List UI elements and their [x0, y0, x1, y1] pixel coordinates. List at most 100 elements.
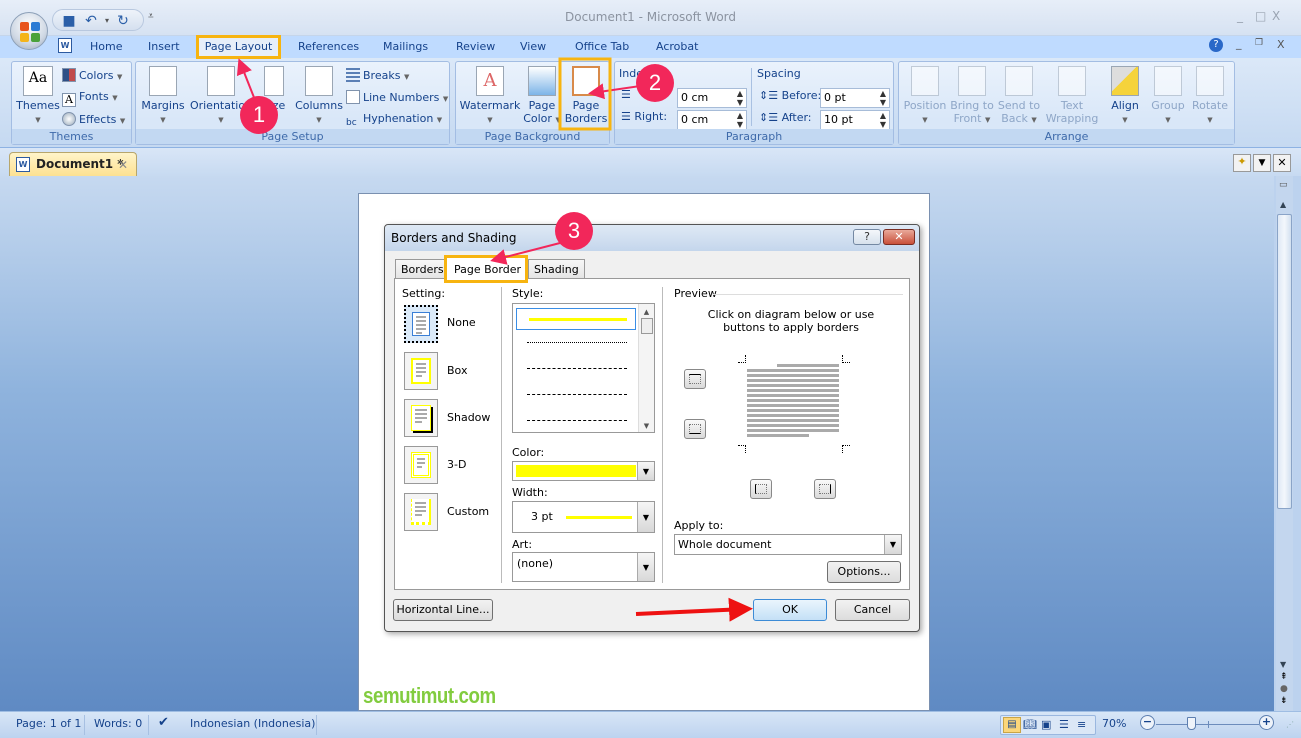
chevron-down-icon[interactable]: ▼ — [637, 502, 654, 532]
word-count[interactable]: Words: 0 — [94, 717, 142, 730]
tab-references[interactable]: References — [298, 40, 359, 53]
scroll-up-icon[interactable]: ▲ — [639, 308, 654, 316]
setting-none[interactable] — [404, 305, 438, 343]
dialog-close-button[interactable]: ✕ — [883, 229, 915, 245]
spinner-arrows[interactable]: ▲ ▼ — [880, 111, 886, 129]
themes-button[interactable]: Aa Themes ▼ — [16, 66, 60, 127]
bottom-border-button[interactable] — [684, 419, 706, 439]
chevron-down-icon[interactable]: ▼ — [637, 553, 654, 581]
tab-acrobat[interactable]: Acrobat — [656, 40, 698, 53]
browse-object-icon[interactable]: ● — [1280, 684, 1288, 694]
ribbon-restore-button[interactable]: ❐ — [1255, 38, 1263, 48]
close-document-icon[interactable]: ✕ — [1273, 154, 1291, 172]
send-to-back-button[interactable]: Send to Back ▼ — [996, 66, 1042, 127]
save-icon[interactable]: ■ — [61, 13, 77, 29]
tab-page-border[interactable]: Page Border — [444, 255, 528, 283]
bring-to-front-button[interactable]: Bring to Front ▼ — [949, 66, 995, 127]
redo-icon[interactable]: ↻ — [115, 13, 131, 29]
resize-grip-icon[interactable]: ⋰ — [1286, 720, 1294, 729]
previous-page-icon[interactable]: ⇞ — [1280, 672, 1288, 682]
scroll-down-icon[interactable]: ▼ — [639, 422, 654, 430]
spinner-arrows[interactable]: ▲ ▼ — [880, 89, 886, 107]
tab-mailings[interactable]: Mailings — [383, 40, 428, 53]
preview-diagram[interactable] — [738, 355, 850, 453]
document-tab[interactable]: W Document1 * ✕ — [9, 152, 137, 177]
new-tab-icon[interactable]: ✦ — [1233, 154, 1251, 172]
tab-shading[interactable]: Shading — [528, 259, 585, 279]
right-border-button[interactable] — [814, 479, 836, 499]
chevron-down-icon[interactable]: ▼ — [884, 535, 901, 554]
indent-left-input[interactable]: 0 cm ▲ ▼ — [677, 88, 747, 108]
rotate-button[interactable]: Rotate ▼ — [1189, 66, 1231, 127]
tab-insert[interactable]: Insert — [148, 40, 180, 53]
scroll-up-icon[interactable]: ▲ — [1280, 200, 1286, 209]
proofing-icon[interactable]: ✔ — [158, 715, 169, 730]
page-color-button[interactable]: Page Color ▼ — [522, 66, 562, 127]
breaks-button[interactable]: Breaks ▼ — [346, 68, 409, 82]
setting-3d[interactable] — [404, 446, 438, 484]
print-layout-icon[interactable]: ▤ — [1003, 717, 1021, 733]
style-dashed-small[interactable] — [527, 368, 627, 369]
spinner-arrows[interactable]: ▲ ▼ — [737, 89, 743, 107]
scroll-down-icon[interactable]: ▼ — [1280, 660, 1286, 669]
apply-to-dropdown[interactable]: Whole document ▼ — [674, 534, 902, 555]
next-page-icon[interactable]: ⇟ — [1280, 696, 1288, 706]
top-border-button[interactable] — [684, 369, 706, 389]
fonts-button[interactable]: A Fonts ▼ — [62, 90, 118, 107]
color-dropdown[interactable]: ▼ — [512, 461, 655, 481]
spacing-after-input[interactable]: 10 pt ▲ ▼ — [820, 110, 890, 130]
web-layout-icon[interactable]: ▣ — [1041, 718, 1051, 731]
zoom-slider-thumb[interactable] — [1186, 717, 1196, 730]
style-scrollbar[interactable]: ▲ ▼ — [638, 304, 654, 432]
tab-borders[interactable]: Borders — [395, 259, 450, 279]
columns-button[interactable]: Columns ▼ — [294, 66, 344, 127]
tab-view[interactable]: View — [520, 40, 546, 53]
position-button[interactable]: Position ▼ — [902, 66, 948, 127]
setting-custom[interactable] — [404, 493, 438, 531]
scroll-thumb[interactable] — [1277, 214, 1292, 509]
dialog-help-button[interactable]: ? — [853, 229, 881, 245]
ruler-toggle-icon[interactable]: ▭ — [1279, 180, 1288, 190]
language[interactable]: Indonesian (Indonesia) — [190, 717, 315, 730]
tab-page-layout[interactable]: Page Layout — [196, 35, 281, 59]
draft-icon[interactable]: ≡ — [1077, 718, 1086, 731]
spinner-arrows[interactable]: ▲ ▼ — [737, 111, 743, 129]
margins-button[interactable]: Margins ▼ — [140, 66, 186, 127]
setting-shadow[interactable] — [404, 399, 438, 437]
office-button[interactable] — [10, 12, 48, 50]
options-button[interactable]: Options... — [827, 561, 901, 583]
zoom-in-icon[interactable]: + — [1259, 715, 1274, 730]
help-icon[interactable]: ? — [1209, 38, 1223, 52]
cancel-button[interactable]: Cancel — [835, 599, 910, 621]
tab-home[interactable]: Home — [90, 40, 122, 53]
tab-review[interactable]: Review — [456, 40, 495, 53]
zoom-out-icon[interactable]: − — [1140, 715, 1155, 730]
undo-icon[interactable]: ↶ — [83, 13, 99, 29]
tab-list-dropdown-icon[interactable]: ▼ — [1253, 154, 1271, 172]
group-button[interactable]: Group ▼ — [1147, 66, 1189, 127]
style-item-selected[interactable] — [516, 308, 636, 330]
maximize-button[interactable]: □ — [1255, 9, 1266, 23]
zoom-level[interactable]: 70% — [1102, 717, 1126, 730]
scroll-thumb[interactable] — [640, 318, 653, 334]
indent-right-input[interactable]: 0 cm ▲ ▼ — [677, 110, 747, 130]
page-borders-button[interactable]: Page Borders — [564, 66, 608, 125]
setting-box[interactable] — [404, 352, 438, 390]
minimize-button[interactable]: _ — [1237, 9, 1243, 23]
tab-office-tab[interactable]: Office Tab — [575, 40, 629, 53]
undo-dropdown-icon[interactable]: ▾ — [99, 13, 115, 29]
horizontal-line-button[interactable]: Horizontal Line... — [393, 599, 493, 621]
customize-qat-icon[interactable]: ⩡ — [148, 11, 154, 22]
watermark-button[interactable]: A Watermark ▼ — [459, 66, 521, 127]
style-dash-dot[interactable] — [527, 420, 627, 421]
line-numbers-button[interactable]: Line Numbers ▼ — [346, 90, 448, 104]
style-list[interactable]: ▲ ▼ — [512, 303, 655, 433]
effects-button[interactable]: Effects ▼ — [62, 112, 125, 126]
colors-button[interactable]: Colors ▼ — [62, 68, 122, 82]
style-dashed-large[interactable] — [527, 394, 627, 395]
left-border-button[interactable] — [750, 479, 772, 499]
full-screen-reading-icon[interactable]: 📖︎ — [1023, 718, 1037, 731]
outline-icon[interactable]: ☰ — [1059, 718, 1069, 731]
spacing-before-input[interactable]: 0 pt ▲ ▼ — [820, 88, 890, 108]
close-button[interactable]: X — [1272, 9, 1280, 23]
